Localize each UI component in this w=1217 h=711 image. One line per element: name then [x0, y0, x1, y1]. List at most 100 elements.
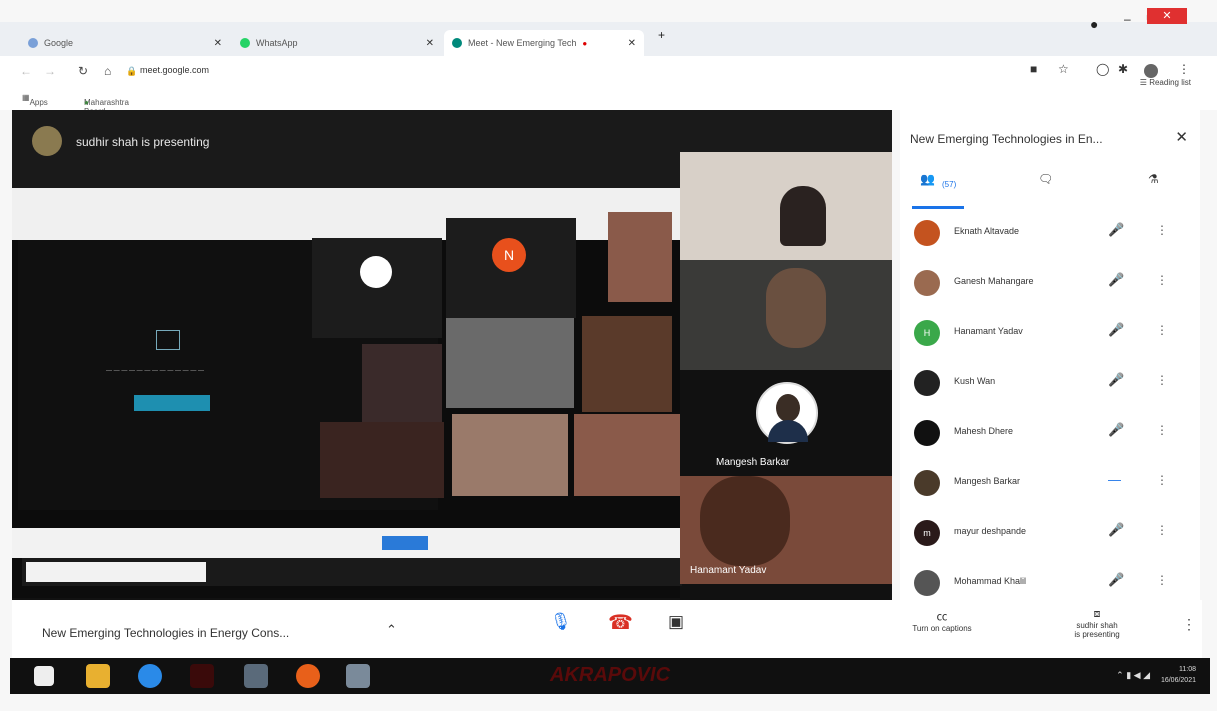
camera-icon[interactable]: ■ [1030, 62, 1037, 76]
chrome-icon[interactable] [244, 664, 268, 688]
close-tab-icon[interactable]: ✕ [628, 38, 636, 49]
participant-avatar: H [914, 320, 940, 346]
tab-google[interactable]: Google ✕ [20, 30, 230, 56]
participant-more-icon[interactable]: ⋮ [1156, 573, 1168, 587]
participant-avatar [914, 470, 940, 496]
video-tile [680, 152, 892, 260]
tab-label: WhatsApp [256, 38, 298, 48]
present-now-button[interactable]: ⧈ sudhir shah is presenting [1052, 608, 1142, 639]
edge-icon[interactable] [138, 664, 162, 688]
participant-row[interactable]: Kush Wan 🎤 ⋮ [900, 360, 1190, 408]
minimize-icon[interactable]: – [1124, 12, 1131, 26]
system-tray-icons[interactable]: ⌃ ▮ ◀ ◢ [1116, 670, 1150, 681]
participant-name: Eknath Altavade [954, 226, 1020, 236]
shared-participant-grid: N [312, 188, 684, 498]
mangesh-avatar [756, 382, 818, 444]
participant-name: Ganesh Mahangare [954, 276, 1034, 286]
shared-caption: — — — — — — — — — — — — — [106, 368, 205, 374]
window-close-button[interactable]: ✕ [1147, 8, 1187, 24]
participant-name: Mohammad Khalil [954, 576, 1027, 586]
participant-avatar: m [914, 520, 940, 546]
new-tab-icon[interactable]: + [658, 28, 665, 42]
participant-more-icon[interactable]: ⋮ [1156, 223, 1168, 237]
taskbar-clock[interactable]: 11:08 16/06/2021 [1161, 664, 1196, 686]
meet-favicon-icon [452, 38, 462, 48]
people-tab-icon[interactable]: 👥 [920, 172, 935, 186]
close-tab-icon[interactable]: ✕ [426, 38, 434, 49]
activities-tab-icon[interactable]: ⚗ [1148, 172, 1159, 186]
participant-count: (57) [942, 180, 957, 189]
participant-more-icon[interactable]: ⋮ [1156, 423, 1168, 437]
tab-whatsapp[interactable]: WhatsApp ✕ [232, 30, 442, 56]
participant-avatar [914, 220, 940, 246]
participant-more-icon[interactable]: ⋮ [1156, 373, 1168, 387]
shared-tile [362, 344, 442, 424]
url-field[interactable]: meet.google.com [140, 65, 209, 75]
captions-icon: ㏄ [936, 611, 948, 623]
participant-more-icon[interactable]: ⋮ [1156, 323, 1168, 337]
profile-avatar[interactable] [1144, 64, 1158, 78]
app-icon[interactable] [346, 664, 370, 688]
participant-more-icon[interactable]: ⋮ [1156, 473, 1168, 487]
puzzle-icon[interactable]: ✱ [1118, 62, 1128, 76]
participant-avatar [360, 256, 392, 288]
clock-date: 16/06/2021 [1160, 677, 1196, 684]
participant-name: Kush Wan [954, 376, 996, 386]
video-tile-mangesh: Mangesh Barkar [680, 370, 892, 476]
panel-title: New Emerging Technologies in En... [910, 132, 1103, 146]
home-icon[interactable]: ⌂ [104, 64, 111, 78]
shared-tile [574, 414, 684, 496]
browser-tab-strip: Google ✕ WhatsApp ✕ Meet - New Emerging … [0, 8, 1217, 56]
participant-row[interactable]: Ganesh Mahangare 🎤 ⋮ [900, 260, 1190, 308]
people-panel: New Emerging Technologies in En... ✕ 👥 (… [900, 110, 1200, 600]
recording-dot-icon: ● [582, 38, 588, 48]
lock-icon: 🔒 [126, 66, 138, 76]
shared-tile [312, 238, 442, 338]
video-tile-hanamant: Hanamant Yadav [680, 476, 892, 584]
participant-figure [766, 268, 826, 348]
participant-more-icon[interactable]: ⋮ [1156, 273, 1168, 287]
shared-present-button [382, 536, 428, 550]
reload-icon[interactable]: ↻ [78, 64, 88, 78]
shared-tile [452, 414, 568, 496]
chrome-menu-icon[interactable]: ⋮ [1178, 62, 1190, 76]
file-explorer-icon[interactable] [86, 664, 110, 688]
shared-tile [582, 316, 672, 412]
more-options-icon[interactable]: ⋮ [1182, 616, 1196, 633]
participant-name: Mahesh Dhere [954, 426, 1014, 436]
apps-bookmark[interactable]: ▦ Apps [22, 93, 48, 107]
shared-search-box [26, 562, 206, 582]
extension-icon[interactable]: ◯ [1096, 62, 1109, 76]
forward-icon[interactable]: → [44, 64, 56, 78]
mic-active-icon: — [1108, 472, 1121, 487]
participant-row[interactable]: Eknath Altavade 🎤 ⋮ [900, 210, 1190, 258]
close-tab-icon[interactable]: ✕ [214, 38, 222, 49]
whatsapp-favicon-icon [240, 38, 250, 48]
meeting-title[interactable]: New Emerging Technologies in Energy Cons… [42, 626, 289, 640]
participant-more-icon[interactable]: ⋮ [1156, 523, 1168, 537]
participant-row[interactable]: H Hanamant Yadav 🎤 ⋮ [900, 310, 1190, 358]
shared-screen: — — — — — — — — — — — — — N [12, 188, 684, 598]
participant-row[interactable]: Mahesh Dhere 🎤 ⋮ [900, 410, 1190, 458]
bookmarks-bar: ▦ Apps ● Maharashtra Board [0, 88, 1217, 116]
participant-name-label: Mangesh Barkar [716, 457, 790, 468]
chevron-up-icon[interactable]: ⌃ [386, 622, 397, 638]
participant-row[interactable]: Mangesh Barkar — ⋮ [900, 460, 1190, 508]
firefox-icon[interactable] [296, 664, 320, 688]
leave-call-icon[interactable]: ☎ [608, 610, 633, 635]
close-panel-icon[interactable]: ✕ [1175, 128, 1188, 146]
reading-list[interactable]: ☰ Reading list [1140, 78, 1191, 87]
camera-toggle-icon[interactable]: ▣ [668, 612, 684, 632]
windows-start-icon[interactable] [34, 666, 54, 686]
bookmark-star-icon[interactable]: ☆ [1058, 62, 1069, 76]
mic-muted-icon: 🎤 [1108, 572, 1125, 587]
app-icon[interactable] [190, 664, 214, 688]
participant-row[interactable]: m mayur deshpande 🎤 ⋮ [900, 510, 1190, 558]
captions-button[interactable]: ㏄ Turn on captions [907, 608, 977, 633]
chat-tab-icon[interactable]: 🗨 [1038, 172, 1053, 186]
microphone-icon[interactable]: 🎙 [550, 612, 572, 632]
wallpaper-logo: AKRAPOVIC [550, 664, 671, 686]
back-icon[interactable]: ← [20, 64, 32, 78]
tab-meet[interactable]: Meet - New Emerging Tech ● ✕ [444, 30, 644, 56]
participant-figure [780, 186, 826, 246]
